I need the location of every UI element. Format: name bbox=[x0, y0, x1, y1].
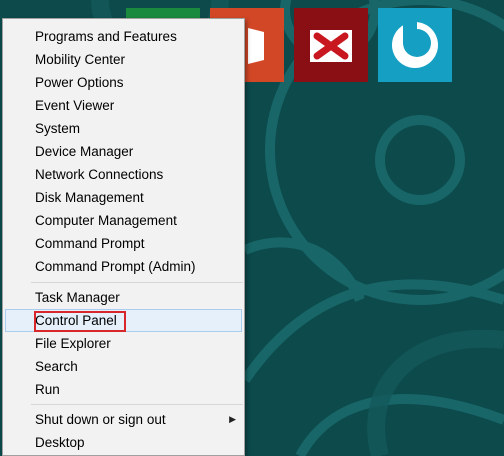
menu-item-network-connections[interactable]: Network Connections bbox=[5, 163, 242, 186]
menu-item-run[interactable]: Run bbox=[5, 378, 242, 401]
menu-item-search[interactable]: Search bbox=[5, 355, 242, 378]
simplenote-icon bbox=[392, 22, 438, 68]
winx-context-menu: Programs and Features Mobility Center Po… bbox=[2, 18, 245, 456]
submenu-arrow-icon: ▶ bbox=[229, 414, 236, 424]
xmind-tile[interactable] bbox=[294, 8, 368, 82]
menu-item-power-options[interactable]: Power Options bbox=[5, 71, 242, 94]
simplenote-tile[interactable] bbox=[378, 8, 452, 82]
menu-item-event-viewer[interactable]: Event Viewer bbox=[5, 94, 242, 117]
menu-item-shut-down[interactable]: Shut down or sign out ▶ bbox=[5, 408, 242, 431]
menu-item-mobility-center[interactable]: Mobility Center bbox=[5, 48, 242, 71]
menu-item-disk-management[interactable]: Disk Management bbox=[5, 186, 242, 209]
menu-separator bbox=[31, 404, 243, 405]
xmind-icon bbox=[310, 30, 352, 62]
menu-item-programs-features[interactable]: Programs and Features bbox=[5, 25, 242, 48]
menu-item-computer-management[interactable]: Computer Management bbox=[5, 209, 242, 232]
menu-item-command-prompt-admin[interactable]: Command Prompt (Admin) bbox=[5, 255, 242, 278]
menu-item-control-panel[interactable]: Control Panel bbox=[5, 309, 242, 332]
menu-item-command-prompt[interactable]: Command Prompt bbox=[5, 232, 242, 255]
menu-item-device-manager[interactable]: Device Manager bbox=[5, 140, 242, 163]
menu-separator bbox=[31, 282, 243, 283]
desktop-background: Programs and Features Mobility Center Po… bbox=[0, 0, 504, 456]
menu-item-desktop[interactable]: Desktop bbox=[5, 431, 242, 454]
menu-item-file-explorer[interactable]: File Explorer bbox=[5, 332, 242, 355]
menu-item-system[interactable]: System bbox=[5, 117, 242, 140]
menu-item-task-manager[interactable]: Task Manager bbox=[5, 286, 242, 309]
